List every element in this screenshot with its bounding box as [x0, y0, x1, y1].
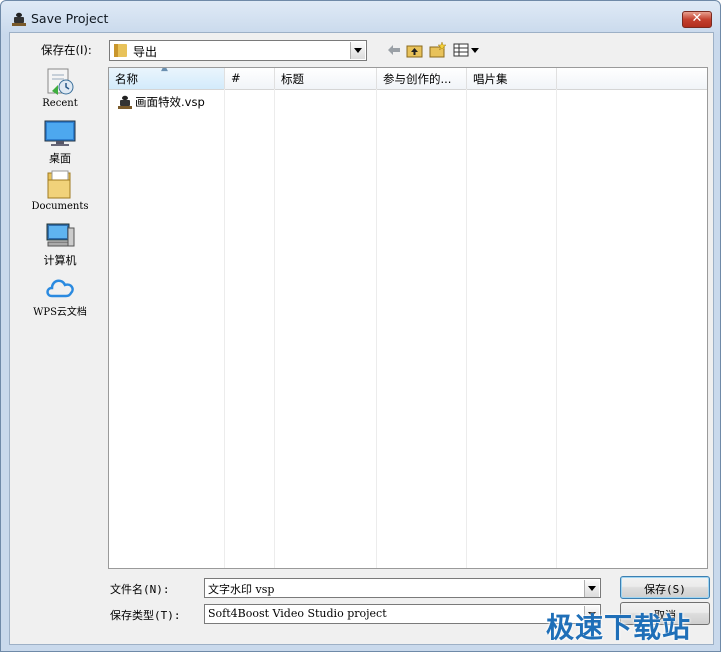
- back-arrow-icon[interactable]: [385, 42, 403, 58]
- column-divider: [376, 89, 377, 568]
- place-label: Recent: [42, 98, 78, 109]
- app-icon: [12, 12, 26, 26]
- sort-ascending-icon: ▲: [161, 67, 168, 73]
- filename-combo[interactable]: 文字水印 vsp: [204, 578, 601, 598]
- close-button[interactable]: ✕: [682, 11, 712, 28]
- column-header-album[interactable]: 唱片集: [467, 68, 557, 89]
- file-name: 画面特效.vsp: [135, 95, 205, 109]
- column-header-artist[interactable]: 参与创作的...: [377, 68, 467, 89]
- desktop-icon: [44, 120, 76, 146]
- current-folder-name: 导出: [133, 45, 158, 59]
- computer-icon: [46, 223, 75, 247]
- place-recent[interactable]: Recent: [23, 65, 97, 111]
- place-label: Documents: [31, 201, 89, 212]
- column-header-title[interactable]: 标题: [275, 68, 377, 89]
- column-header-row: ▲ 名称 # 标题 参与创作的... 唱片集: [109, 68, 707, 90]
- column-divider: [274, 89, 275, 568]
- cloud-icon: [46, 279, 74, 298]
- place-label: WPS云文档: [33, 307, 87, 318]
- filename-value: 文字水印 vsp: [208, 583, 275, 596]
- vsp-project-icon: [118, 95, 132, 109]
- filetype-value: Soft4Boost Video Studio project: [208, 607, 387, 620]
- window-title: Save Project: [31, 11, 109, 26]
- chevron-down-icon[interactable]: [584, 580, 599, 597]
- column-header-number[interactable]: #: [225, 68, 275, 89]
- save-in-label: 保存在(I):: [41, 43, 92, 57]
- recent-places-icon: [47, 68, 74, 95]
- column-header-label: #: [231, 71, 241, 85]
- place-wps-cloud[interactable]: WPS云文档: [23, 270, 97, 318]
- close-icon: ✕: [691, 11, 703, 26]
- filetype-dropdown[interactable]: Soft4Boost Video Studio project: [204, 604, 601, 624]
- column-header-label: 名称: [115, 72, 138, 86]
- column-divider: [556, 89, 557, 568]
- dialog-body: 保存在(I): 导出 Recent 桌面 Documents 计算机 WPS云文…: [9, 32, 714, 645]
- new-folder-icon[interactable]: [429, 42, 447, 58]
- chevron-down-icon[interactable]: [350, 42, 365, 59]
- up-folder-icon[interactable]: [406, 42, 424, 58]
- save-button[interactable]: 保存(S): [620, 576, 710, 599]
- documents-folder-icon: [47, 170, 71, 199]
- column-header-label: 标题: [281, 72, 304, 86]
- column-divider: [224, 89, 225, 568]
- place-label: 计算机: [43, 254, 77, 267]
- file-list[interactable]: ▲ 名称 # 标题 参与创作的... 唱片集 画面特效.vsp: [108, 67, 708, 569]
- filename-label: 文件名(N):: [110, 583, 170, 596]
- column-divider: [466, 89, 467, 568]
- column-header-name[interactable]: ▲ 名称: [109, 68, 225, 89]
- save-in-dropdown[interactable]: 导出: [109, 40, 367, 61]
- column-header-label: 参与创作的...: [383, 72, 452, 86]
- filetype-label: 保存类型(T):: [110, 609, 181, 622]
- view-menu-icon[interactable]: [453, 42, 483, 58]
- place-label: 桌面: [49, 152, 71, 165]
- watermark-logo: 极速下载站: [546, 611, 692, 644]
- place-desktop[interactable]: 桌面: [23, 117, 97, 165]
- place-documents[interactable]: Documents: [23, 168, 97, 214]
- place-computer[interactable]: 计算机: [23, 219, 97, 267]
- column-header-label: 唱片集: [473, 72, 508, 86]
- folder-icon: [114, 44, 127, 57]
- save-project-dialog: Save Project ✕ 保存在(I): 导出 Recent 桌面 Docu…: [0, 0, 721, 652]
- title-bar[interactable]: Save Project ✕: [1, 1, 720, 35]
